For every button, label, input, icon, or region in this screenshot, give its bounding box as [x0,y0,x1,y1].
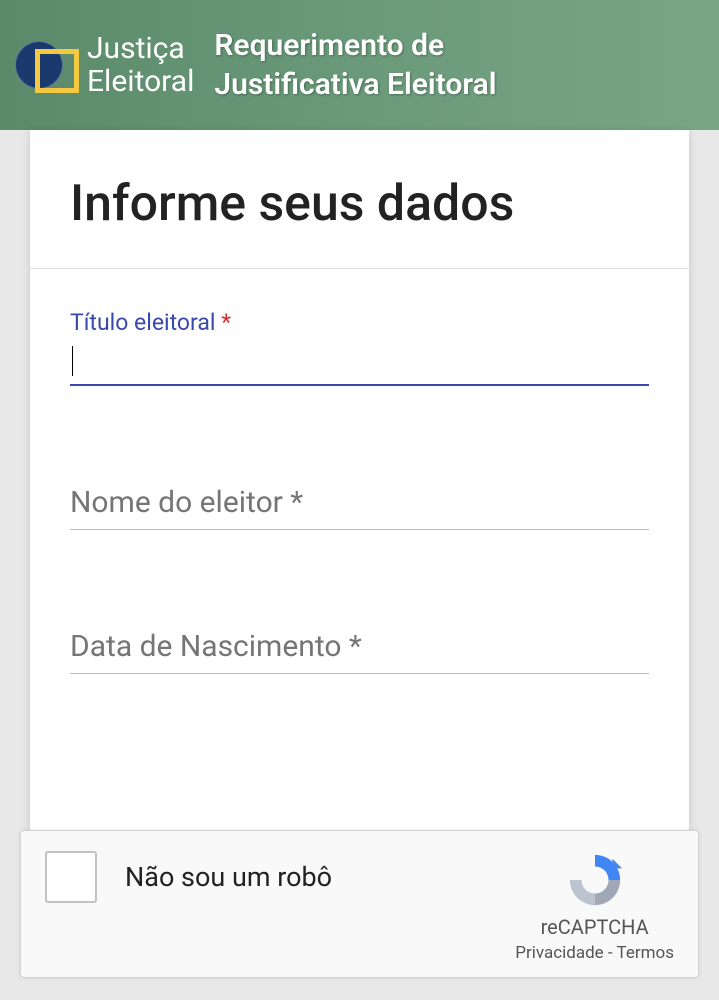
required-star: * [221,309,231,336]
content-wrapper: Informe seus dados Título eleitoral * No… [0,130,719,830]
nome-input[interactable] [70,481,649,530]
recaptcha-branding: reCAPTCHA Privacidade - Termos [515,851,674,963]
recaptcha-privacy-link[interactable]: Privacidade [515,943,603,963]
app-header: Justiça Eleitoral Requerimento de Justif… [0,0,719,130]
recaptcha-icon [566,851,624,909]
justica-eleitoral-logo-icon [15,33,79,97]
logo-container: Justiça Eleitoral [15,32,194,98]
page-title: Requerimento de Justificativa Eleitoral [214,26,496,104]
text-cursor [72,346,73,376]
logo-text: Justiça Eleitoral [87,32,194,98]
field-titulo-eleitoral: Título eleitoral * [70,309,649,386]
titulo-input[interactable] [70,344,649,386]
recaptcha-checkbox[interactable] [45,851,97,903]
field-nome-eleitor: Nome do eleitor * [70,481,649,530]
recaptcha-brand-text: reCAPTCHA [541,915,649,939]
recaptcha-terms-link[interactable]: Termos [617,943,674,963]
form-header: Informe seus dados [30,130,689,269]
recaptcha-label: Não sou um robô [125,861,332,893]
form-body: Título eleitoral * Nome do eleitor * Dat… [30,269,689,774]
recaptcha-left: Não sou um robô [45,851,332,903]
form-title: Informe seus dados [70,175,649,233]
field-data-nascimento: Data de Nascimento * [70,625,649,674]
recaptcha-widget: Não sou um robô reCAPTCHA Privacidade - … [20,830,699,978]
titulo-label: Título eleitoral * [70,309,649,336]
data-nascimento-input[interactable] [70,625,649,674]
form-card: Informe seus dados Título eleitoral * No… [30,130,689,830]
recaptcha-links: Privacidade - Termos [515,943,674,963]
